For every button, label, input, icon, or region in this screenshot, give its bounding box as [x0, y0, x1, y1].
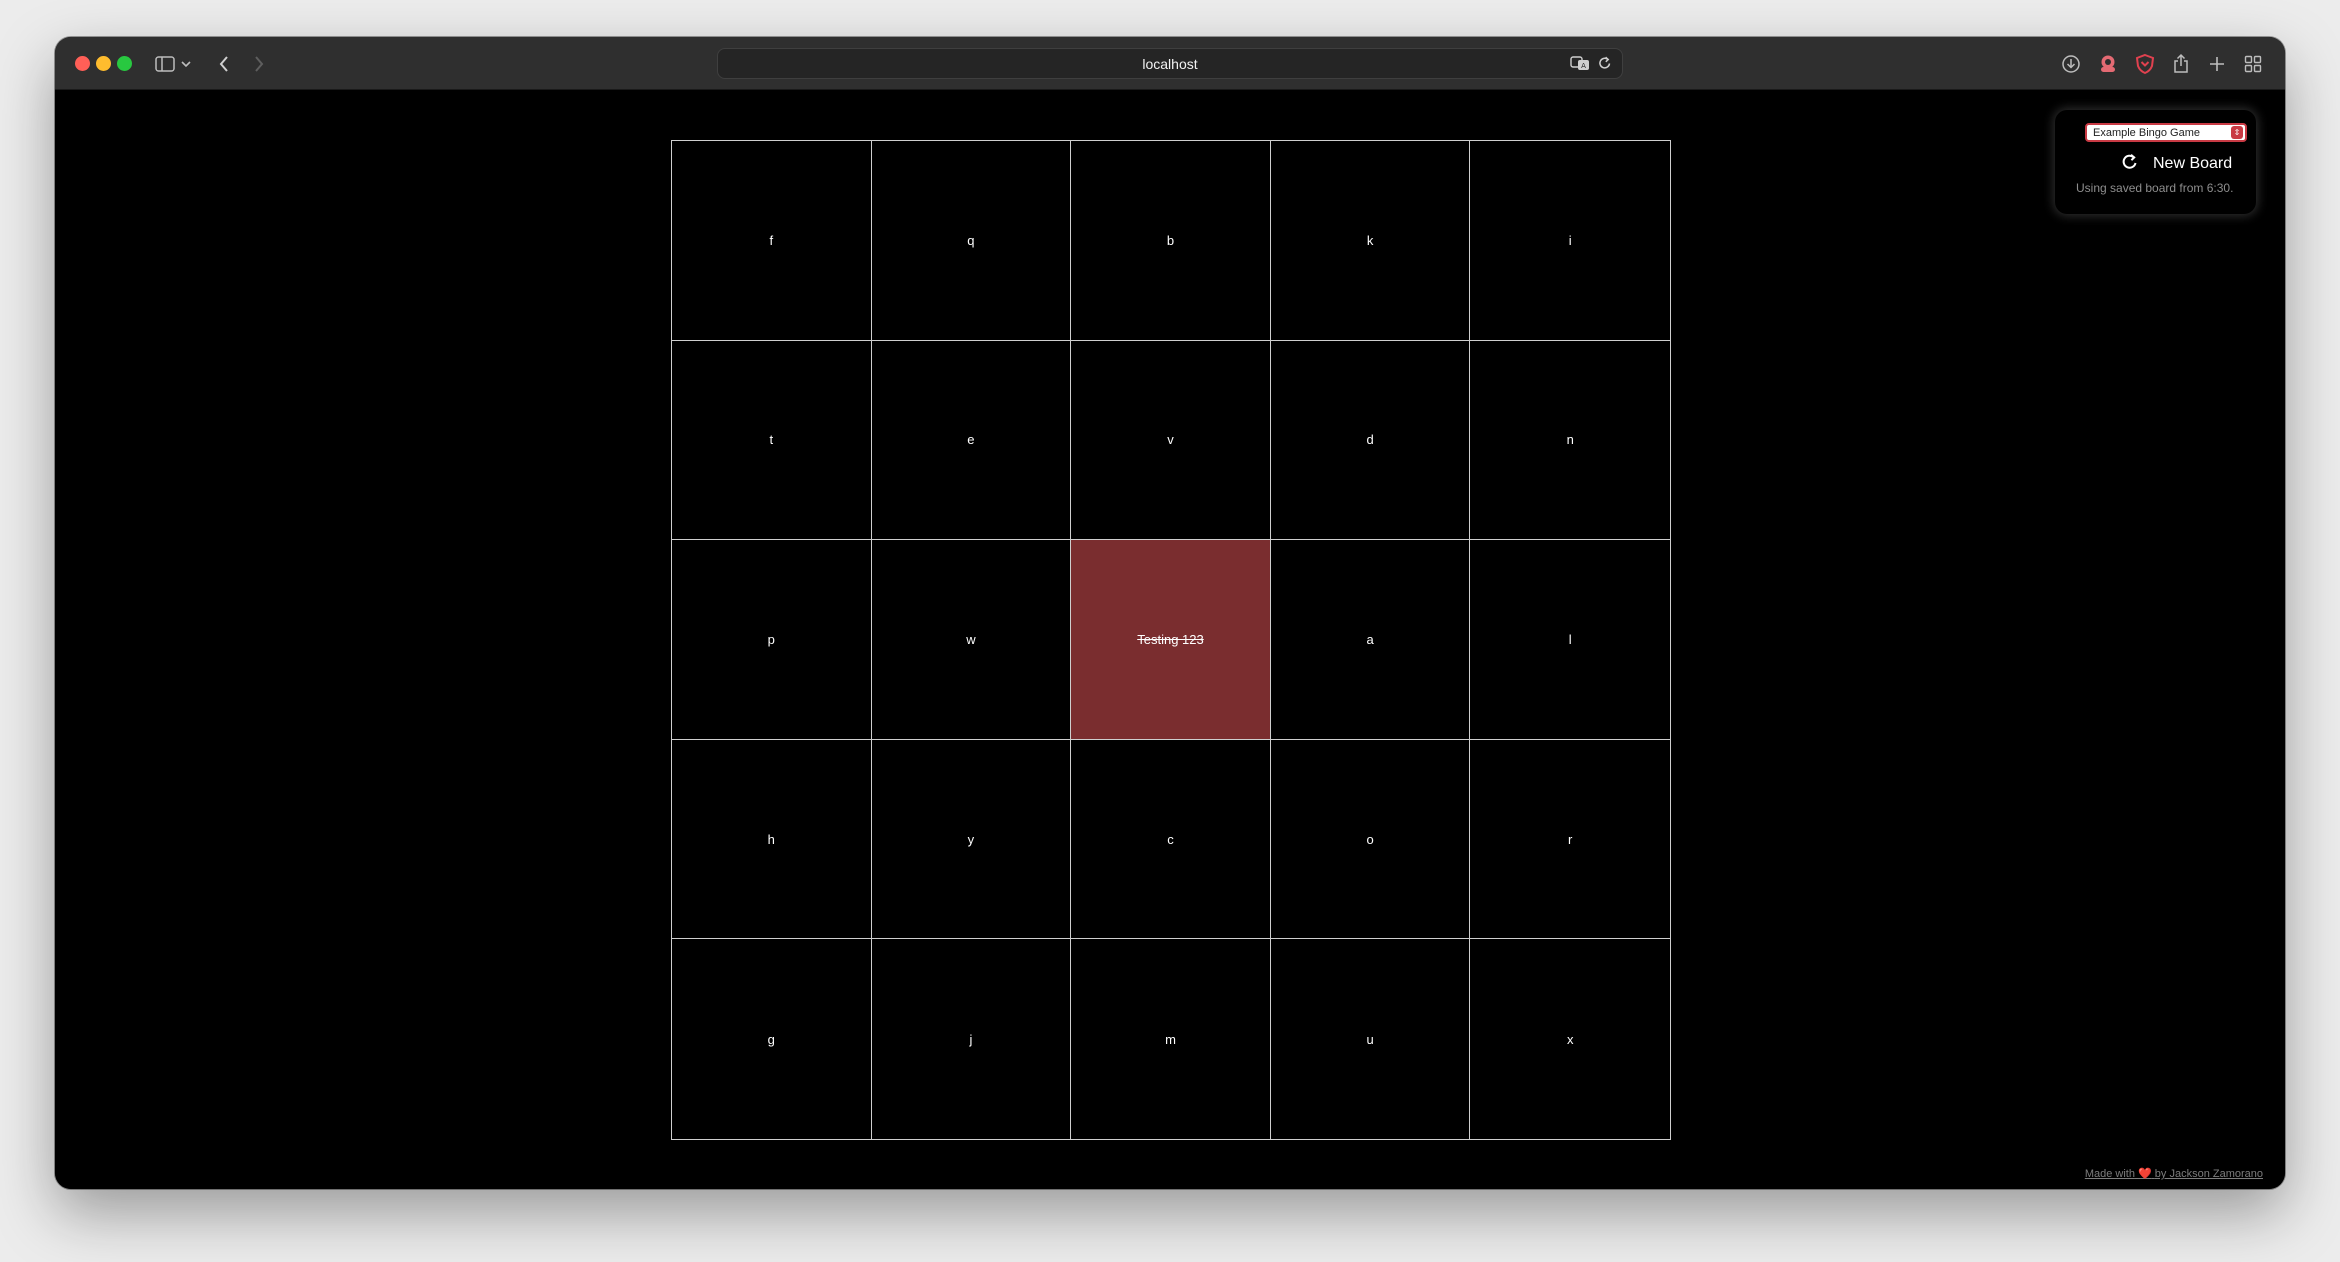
bingo-cell[interactable]: w [871, 540, 1072, 740]
bingo-cell[interactable]: d [1270, 340, 1471, 541]
bingo-cell[interactable]: y [871, 739, 1072, 940]
game-select[interactable]: Example Bingo Game ⇕ [2085, 123, 2247, 142]
address-bar[interactable]: localhost A [717, 48, 1623, 79]
svg-text:A: A [1581, 62, 1586, 70]
bingo-cell[interactable]: c [1071, 739, 1271, 940]
bingo-cell[interactable]: u [1270, 939, 1471, 1139]
game-select-value: Example Bingo Game [2093, 126, 2200, 139]
bingo-cell-marked[interactable]: Testing 123 [1071, 540, 1271, 740]
bingo-cell[interactable]: h [672, 739, 872, 940]
bingo-cell[interactable]: q [871, 141, 1072, 341]
footer-credit-link[interactable]: Made with ❤️ by Jackson Zamorano [2085, 1167, 2263, 1180]
bingo-cell[interactable]: f [672, 141, 872, 341]
bingo-cell[interactable]: a [1270, 540, 1471, 740]
bingo-cell[interactable]: t [672, 340, 872, 541]
refresh-icon [2121, 153, 2139, 176]
chevron-down-icon[interactable] [177, 50, 195, 78]
new-tab-icon[interactable] [2203, 50, 2231, 78]
bingo-cell[interactable]: g [672, 939, 872, 1139]
bingo-cell[interactable]: x [1470, 939, 1670, 1139]
minimize-window-button[interactable] [96, 56, 111, 71]
translate-icon[interactable]: A [1570, 55, 1590, 74]
bingo-cell[interactable]: n [1470, 340, 1670, 541]
bingo-cell[interactable]: i [1470, 141, 1670, 341]
close-window-button[interactable] [75, 56, 90, 71]
select-arrows-icon: ⇕ [2231, 126, 2243, 139]
saved-board-note: Using saved board from 6:30. [2076, 181, 2234, 195]
bingo-cell[interactable]: l [1470, 540, 1670, 740]
new-board-button[interactable]: New Board [2121, 152, 2232, 176]
browser-toolbar: localhost A [55, 37, 2285, 90]
bingo-board: f q b k i t e v d n p w Testing 123 a l … [671, 140, 1671, 1140]
reload-icon[interactable] [1598, 55, 1612, 74]
page-content: f q b k i t e v d n p w Testing 123 a l … [55, 90, 2285, 1189]
shield-icon[interactable] [2131, 50, 2159, 78]
forward-icon[interactable] [245, 50, 273, 78]
bingo-cell[interactable]: o [1270, 739, 1471, 940]
download-icon[interactable] [2057, 50, 2085, 78]
bingo-cell[interactable]: r [1470, 739, 1670, 940]
bingo-cell[interactable]: b [1071, 141, 1271, 341]
new-board-label: New Board [2153, 155, 2233, 172]
footer-suffix: by Jackson Zamorano [2154, 1168, 2263, 1180]
bingo-cell[interactable]: v [1071, 340, 1271, 541]
zoom-window-button[interactable] [117, 56, 132, 71]
address-text: localhost [1142, 55, 1198, 72]
bingo-cell[interactable]: m [1071, 939, 1271, 1139]
back-icon[interactable] [210, 50, 238, 78]
bingo-cell[interactable]: p [672, 540, 872, 740]
bingo-cell[interactable]: e [871, 340, 1072, 541]
sidebar-icon[interactable] [151, 50, 179, 78]
bingo-cell[interactable]: k [1270, 141, 1471, 341]
browser-window: localhost A f q b k i t e v d n p w Test… [55, 37, 2285, 1189]
share-icon[interactable] [2167, 50, 2195, 78]
extension-icon[interactable] [2094, 50, 2122, 78]
bingo-cell[interactable]: j [871, 939, 1072, 1139]
heart-icon: ❤️ [2138, 1168, 2152, 1180]
tab-overview-icon[interactable] [2239, 50, 2267, 78]
control-panel: Example Bingo Game ⇕ New Board Using sav… [2055, 110, 2256, 214]
footer-prefix: Made with [2084, 1168, 2135, 1180]
